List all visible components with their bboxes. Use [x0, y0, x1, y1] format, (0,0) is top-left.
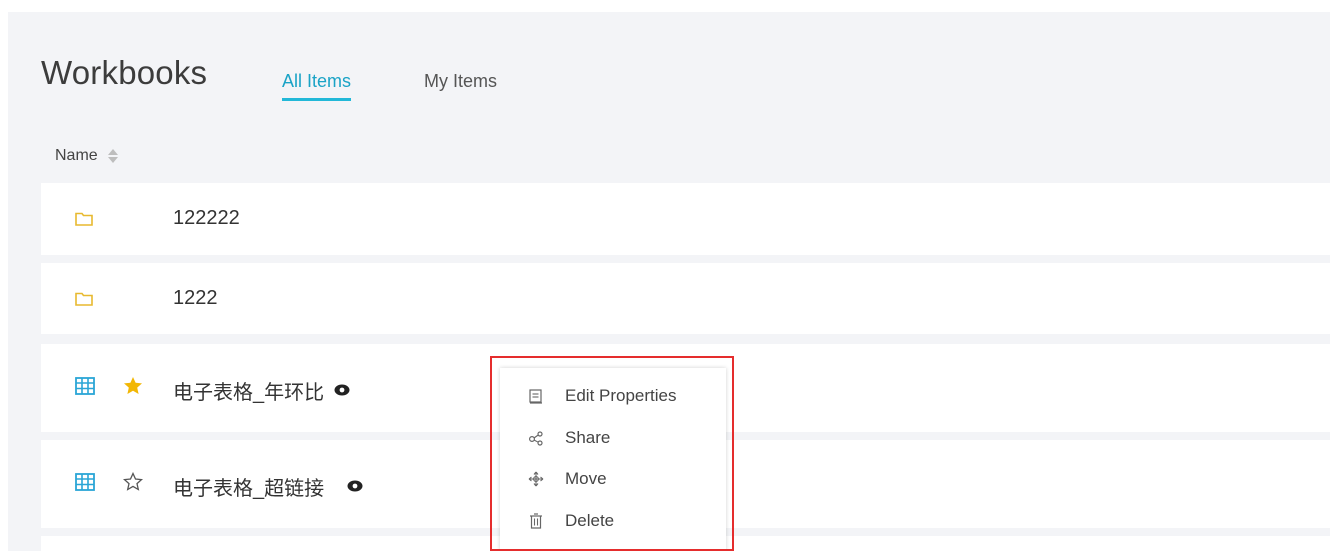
list-item[interactable]: 122222: [41, 183, 1330, 255]
item-name[interactable]: 电子表格_年环比: [173, 376, 324, 405]
item-name[interactable]: 122222: [173, 207, 240, 230]
eye-icon[interactable]: [347, 479, 363, 497]
name-column-label: Name: [55, 147, 98, 164]
item-name[interactable]: 1222: [173, 287, 218, 310]
sort-icon[interactable]: [107, 149, 118, 163]
item-name[interactable]: 电子表格_超链接: [173, 472, 324, 501]
list-item[interactable]: 1222: [41, 263, 1330, 334]
spreadsheet-icon: [75, 377, 95, 400]
tab-all-items[interactable]: All Items: [282, 71, 352, 101]
star-outline-icon[interactable]: [122, 471, 144, 496]
highlight-frame: [490, 356, 734, 551]
spreadsheet-icon: [75, 473, 95, 496]
eye-icon[interactable]: [334, 383, 350, 401]
page-title: Workbooks: [41, 54, 208, 91]
star-filled-icon[interactable]: [123, 376, 143, 400]
name-column-header[interactable]: Name: [55, 147, 118, 165]
tab-my-items[interactable]: My Items: [424, 71, 497, 98]
folder-icon: [75, 212, 93, 231]
folder-icon: [75, 292, 93, 311]
